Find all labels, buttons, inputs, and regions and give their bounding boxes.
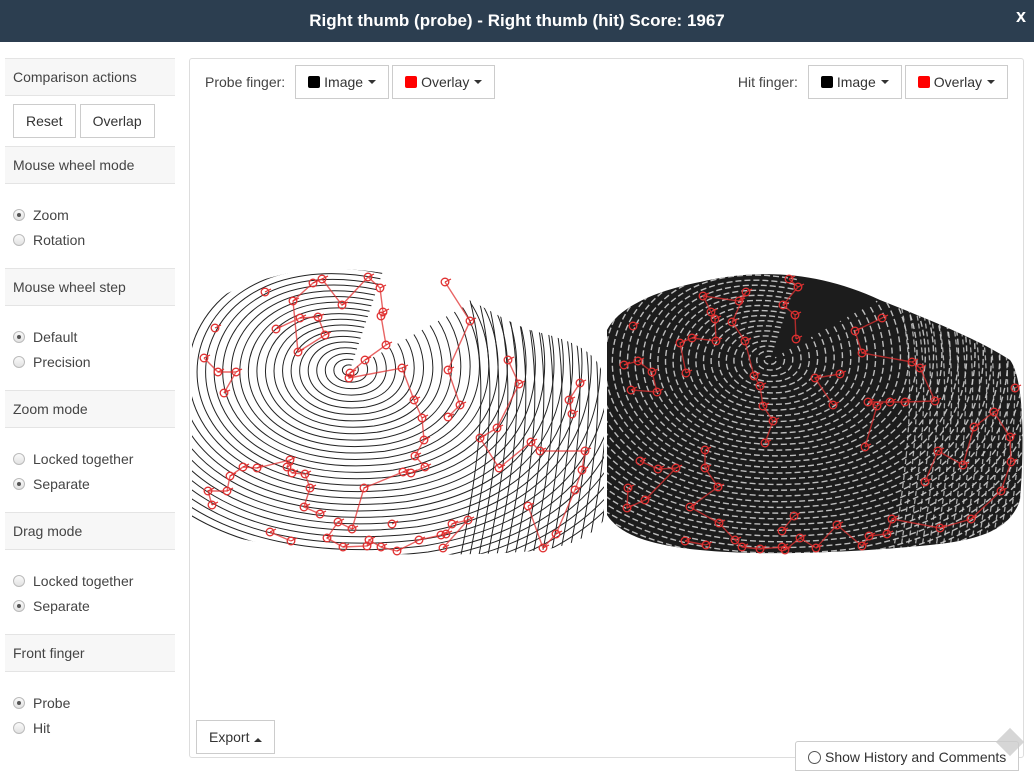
radio-label: Separate [33, 475, 90, 492]
radio-label: Rotation [33, 231, 86, 248]
radio-unselected-icon[interactable] [13, 721, 25, 734]
caret-down-icon [474, 80, 483, 84]
caret-down-icon [880, 80, 889, 84]
dialog-title: Right thumb (probe) - Right thumb (hit) … [309, 11, 725, 30]
comparison-actions-buttons: Reset Overlap [5, 96, 175, 146]
mouse-wheel-step-group: Default Precision [5, 306, 175, 390]
radio-selected-icon[interactable] [13, 477, 25, 490]
hit-image-dropdown[interactable]: Image [807, 65, 902, 99]
close-icon[interactable]: x [1016, 6, 1026, 26]
history-label: Show History and Comments [825, 749, 1007, 765]
probe-overlay-dropdown[interactable]: Overlay [392, 65, 496, 99]
comment-icon [808, 751, 821, 764]
radio-default[interactable]: Default [13, 324, 175, 349]
radio-label: Hit [33, 719, 51, 736]
export-label: Export [209, 729, 250, 745]
hit-overlay-color-swatch [917, 76, 930, 88]
radio-label: Zoom [33, 206, 69, 223]
radio-selected-icon[interactable] [13, 208, 25, 221]
radio-label: Separate [33, 597, 90, 614]
caret-down-icon [368, 80, 377, 84]
probe-image-dropdown[interactable]: Image [295, 65, 390, 99]
radio-label: Default [33, 328, 78, 345]
probe-finger-toolbar: Probe finger: Image Overlay [205, 65, 498, 99]
radio-selected-icon[interactable] [13, 696, 25, 709]
radio-selected-icon[interactable] [13, 599, 25, 612]
reset-button[interactable]: Reset [13, 104, 76, 138]
dialog-titlebar: Right thumb (probe) - Right thumb (hit) … [0, 0, 1034, 42]
radio-label: Locked together [33, 450, 134, 467]
export-button[interactable]: Export [196, 720, 276, 754]
zoom-mode-group: Locked together Separate [5, 428, 175, 512]
radio-unselected-icon[interactable] [13, 452, 25, 465]
hit-image-label: Image [836, 74, 876, 90]
hit-image-color-swatch [820, 76, 833, 88]
radio-label: Probe [33, 694, 71, 711]
probe-image-color-swatch [308, 76, 321, 88]
section-header-front-finger: Front finger [5, 634, 175, 672]
radio-probe[interactable]: Probe [13, 690, 175, 715]
show-history-comments-button[interactable]: Show History and Comments [795, 741, 1019, 771]
caret-up-icon [254, 738, 263, 742]
hit-overlay-dropdown[interactable]: Overlay [904, 65, 1008, 99]
radio-rotation[interactable]: Rotation [13, 227, 175, 252]
front-finger-group: Probe Hit [5, 672, 175, 756]
section-header-zoom-mode: Zoom mode [5, 390, 175, 428]
radio-unselected-icon[interactable] [13, 574, 25, 587]
caret-down-icon [987, 80, 995, 84]
probe-overlay-color-swatch [405, 76, 418, 88]
radio-drag-locked-together[interactable]: Locked together [13, 568, 175, 593]
radio-zoom-separate[interactable]: Separate [13, 471, 175, 496]
mouse-wheel-mode-group: Zoom Rotation [5, 184, 175, 268]
comparison-viewer-panel: Probe finger: Image Overlay Hit finger: … [189, 58, 1024, 758]
overlap-button[interactable]: Overlap [79, 104, 155, 138]
sidebar: Comparison actions Reset Overlap Mouse w… [5, 58, 175, 756]
radio-hit[interactable]: Hit [13, 715, 175, 740]
radio-unselected-icon[interactable] [13, 233, 25, 246]
radio-drag-separate[interactable]: Separate [13, 593, 175, 618]
section-header-mouse-wheel-step: Mouse wheel step [5, 268, 175, 306]
section-header-drag-mode: Drag mode [5, 512, 175, 550]
radio-selected-icon[interactable] [13, 330, 25, 343]
probe-image-label: Image [324, 74, 364, 90]
drag-mode-group: Locked together Separate [5, 550, 175, 634]
radio-unselected-icon[interactable] [13, 355, 25, 368]
hit-overlay-label: Overlay [933, 74, 982, 90]
section-header-comparison-actions: Comparison actions [5, 58, 175, 96]
radio-label: Precision [33, 353, 91, 370]
hit-finger-label: Hit finger: [737, 74, 798, 90]
section-header-mouse-wheel-mode: Mouse wheel mode [5, 146, 175, 184]
probe-finger-label: Probe finger: [205, 74, 286, 90]
radio-zoom[interactable]: Zoom [13, 202, 175, 227]
hit-finger-toolbar: Hit finger: Image Overlay [738, 65, 1008, 99]
radio-zoom-locked-together[interactable]: Locked together [13, 446, 175, 471]
radio-precision[interactable]: Precision [13, 349, 175, 374]
probe-overlay-label: Overlay [421, 74, 470, 90]
radio-label: Locked together [33, 572, 134, 589]
